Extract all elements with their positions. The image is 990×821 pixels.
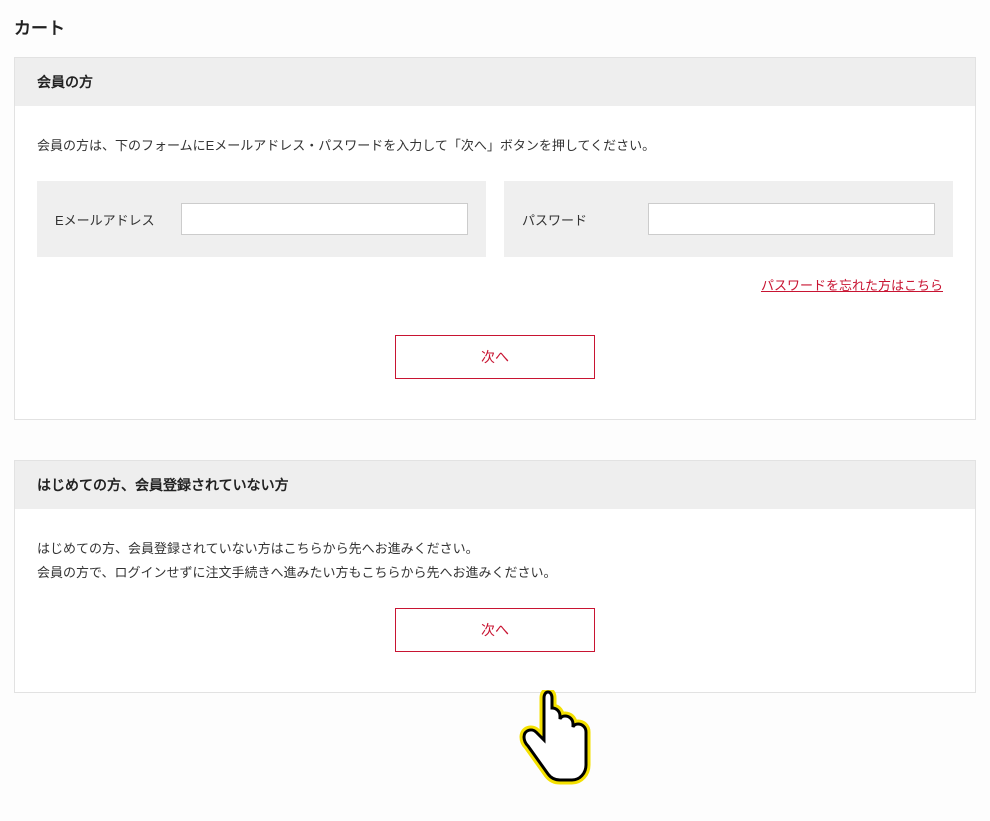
guest-instruction: はじめての方、会員登録されていない方はこちらから先へお進みください。 会員の方で…: [37, 537, 953, 584]
guest-panel-header: はじめての方、会員登録されていない方: [15, 461, 975, 509]
email-label: Eメールアドレス: [55, 210, 165, 229]
email-field-group: Eメールアドレス: [37, 181, 486, 257]
guest-button-row: 次へ: [37, 608, 953, 652]
member-panel: 会員の方 会員の方は、下のフォームにEメールアドレス・パスワードを入力して「次へ…: [14, 57, 976, 420]
forgot-row: パスワードを忘れた方はこちら: [37, 275, 953, 295]
forgot-password-link[interactable]: パスワードを忘れた方はこちら: [761, 278, 943, 293]
guest-panel-body: はじめての方、会員登録されていない方はこちらから先へお進みください。 会員の方で…: [15, 509, 975, 692]
page-title: カート: [14, 14, 976, 39]
member-next-button[interactable]: 次へ: [395, 335, 595, 379]
guest-next-button[interactable]: 次へ: [395, 608, 595, 652]
member-panel-body: 会員の方は、下のフォームにEメールアドレス・パスワードを入力して「次へ」ボタンを…: [15, 106, 975, 419]
password-input[interactable]: [648, 203, 935, 235]
password-label: パスワード: [522, 210, 632, 229]
member-panel-header: 会員の方: [15, 58, 975, 106]
member-button-row: 次へ: [37, 335, 953, 379]
password-field-group: パスワード: [504, 181, 953, 257]
guest-instruction-line1: はじめての方、会員登録されていない方はこちらから先へお進みください。: [37, 541, 479, 556]
member-fields-row: Eメールアドレス パスワード: [37, 181, 953, 257]
cursor-hand-icon: [510, 690, 600, 800]
guest-panel: はじめての方、会員登録されていない方 はじめての方、会員登録されていない方はこち…: [14, 460, 976, 693]
email-input[interactable]: [181, 203, 468, 235]
member-instruction: 会員の方は、下のフォームにEメールアドレス・パスワードを入力して「次へ」ボタンを…: [37, 134, 953, 157]
guest-instruction-line2: 会員の方で、ログインせずに注文手続きへ進みたい方もこちらから先へお進みください。: [37, 565, 556, 580]
